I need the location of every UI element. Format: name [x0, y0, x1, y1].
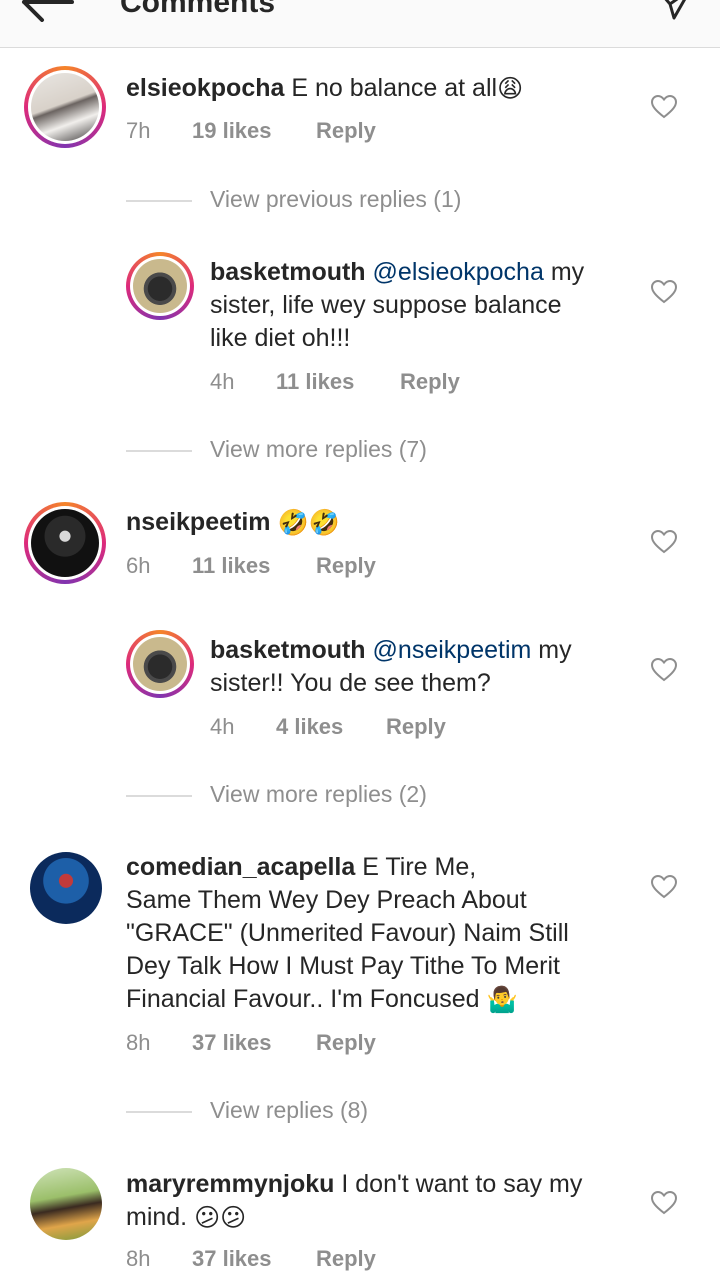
comment-text: "GRACE" (Unmerited Favour) Naim Still	[126, 919, 569, 947]
view-more-replies[interactable]: View more replies (2)	[126, 781, 626, 811]
reply-button[interactable]: Reply	[316, 551, 376, 581]
view-more-replies[interactable]: View more replies (7)	[126, 436, 626, 466]
comment-text: my	[538, 636, 572, 664]
heart-outline-icon[interactable]	[651, 530, 677, 554]
comment-time: 4h	[210, 369, 235, 394]
comments-header: Comments	[0, 0, 720, 48]
comment-meta: 8h 37 likes Reply	[126, 1028, 526, 1058]
comment-username[interactable]: basketmouth	[210, 258, 366, 286]
confused-face-emoji: 😕😕	[194, 1203, 247, 1232]
comment-text: E Tire Me,	[362, 853, 477, 881]
comment-time: 7h	[126, 118, 151, 143]
comment-username[interactable]: nseikpeetim	[126, 508, 271, 536]
avatar[interactable]	[24, 502, 106, 584]
page-title: Comments	[120, 0, 276, 19]
heart-outline-icon[interactable]	[651, 1191, 677, 1215]
comment-meta: 4h 4 likes Reply	[210, 712, 610, 742]
comment-body: comedian_acapella E Tire Me, Same Them W…	[126, 851, 646, 1017]
view-replies-label[interactable]: View more replies (7)	[210, 436, 427, 463]
comment-username[interactable]: comedian_acapella	[126, 853, 355, 881]
back-arrow-icon[interactable]	[18, 0, 78, 22]
comment-time: 6h	[126, 553, 151, 578]
avatar[interactable]	[24, 66, 106, 148]
comment-body: maryremmynjoku I don't want to say my mi…	[126, 1168, 646, 1235]
avatar[interactable]	[30, 1168, 102, 1240]
comment-username[interactable]: basketmouth	[210, 636, 366, 664]
divider-line	[126, 200, 192, 202]
avatar[interactable]	[126, 630, 194, 698]
reply-button[interactable]: Reply	[316, 1028, 376, 1058]
view-replies[interactable]: View replies (8)	[126, 1097, 626, 1127]
view-replies-label[interactable]: View more replies (2)	[210, 781, 427, 808]
comment-likes[interactable]: 37 likes	[192, 1028, 272, 1058]
shrug-emoji: 🤷‍♂️	[486, 985, 518, 1014]
heart-outline-icon[interactable]	[651, 658, 677, 682]
avatar[interactable]	[30, 852, 102, 924]
rofl-emoji: 🤣🤣	[277, 508, 340, 537]
divider-line	[126, 795, 192, 797]
view-replies-label[interactable]: View previous replies (1)	[210, 186, 461, 213]
divider-line	[126, 450, 192, 452]
paper-plane-icon[interactable]	[656, 0, 692, 22]
comment-text: sister, life wey suppose balance	[210, 291, 562, 319]
comment-username[interactable]: elsieokpocha	[126, 74, 284, 102]
reply-button[interactable]: Reply	[400, 367, 460, 397]
comment-text: sister!! You de see them?	[210, 669, 491, 697]
reply-button[interactable]: Reply	[386, 712, 446, 742]
comment-likes[interactable]: 37 likes	[192, 1244, 272, 1274]
avatar[interactable]	[126, 252, 194, 320]
mention-link[interactable]: @elsieokpocha	[373, 258, 544, 286]
comment-text: like diet oh!!!	[210, 324, 351, 352]
comment-username[interactable]: maryremmynjoku	[126, 1170, 334, 1198]
comment-time: 8h	[126, 1246, 151, 1271]
weary-face-emoji: 😩	[497, 74, 524, 103]
mention-link[interactable]: @nseikpeetim	[373, 636, 532, 664]
heart-outline-icon[interactable]	[651, 95, 677, 119]
heart-outline-icon[interactable]	[651, 280, 677, 304]
comment-meta: 4h 11 likes Reply	[210, 367, 610, 397]
comment-time: 4h	[210, 714, 235, 739]
view-previous-replies[interactable]: View previous replies (1)	[126, 186, 626, 216]
comment-text: Dey Talk How I Must Pay Tithe To Merit	[126, 952, 560, 980]
comment-text: Financial Favour.. I'm Foncused	[126, 985, 480, 1013]
comment-likes[interactable]: 11 likes	[192, 551, 270, 581]
reply-body: basketmouth @elsieokpocha my sister, lif…	[210, 256, 640, 355]
comment-body: elsieokpocha E no balance at all😩	[126, 72, 626, 106]
comment-meta: 7h 19 likes Reply	[126, 116, 526, 146]
view-replies-label[interactable]: View replies (8)	[210, 1097, 368, 1124]
comment-text: my	[550, 258, 585, 286]
reply-button[interactable]: Reply	[316, 1244, 376, 1274]
comment-likes[interactable]: 4 likes	[276, 712, 343, 742]
reply-button[interactable]: Reply	[316, 116, 376, 146]
comment-text: Same Them Wey Dey Preach About	[126, 886, 527, 914]
comment-text: I don't want to say my	[341, 1170, 583, 1198]
comment-meta: 8h 37 likes Reply	[126, 1244, 526, 1274]
comment-text: mind.	[126, 1203, 188, 1231]
comment-likes[interactable]: 19 likes	[192, 116, 272, 146]
divider-line	[126, 1111, 192, 1113]
comment-text: E no balance at all	[291, 74, 498, 102]
comment-likes[interactable]: 11 likes	[276, 367, 354, 397]
reply-body: basketmouth @nseikpeetim my sister!! You…	[210, 634, 640, 700]
heart-outline-icon[interactable]	[651, 875, 677, 899]
comment-body: nseikpeetim 🤣🤣	[126, 506, 626, 540]
comment-meta: 6h 11 likes Reply	[126, 551, 526, 581]
comment-time: 8h	[126, 1030, 151, 1055]
